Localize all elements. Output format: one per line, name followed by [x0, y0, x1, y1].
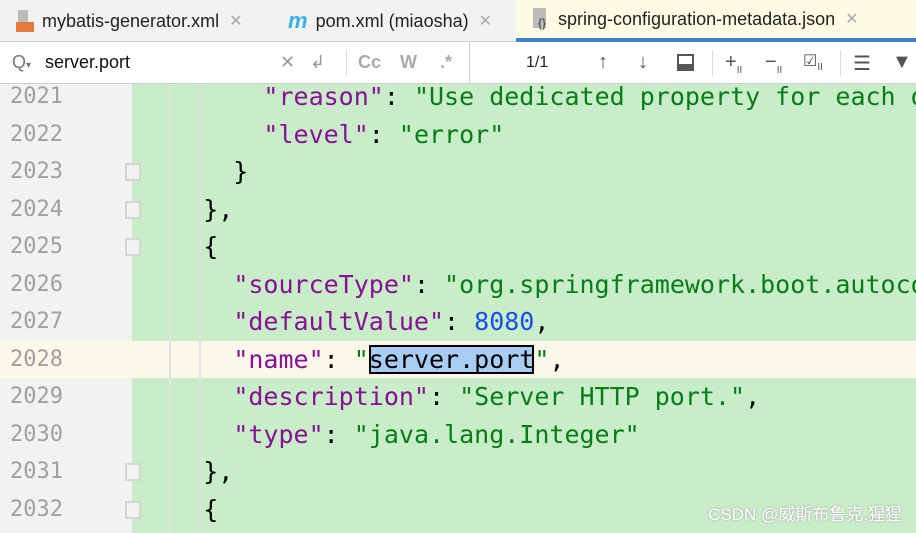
- clear-icon[interactable]: ✕: [280, 52, 295, 73]
- next-occurrence-icon[interactable]: ↓: [638, 51, 648, 74]
- code-text: "defaultValue": 8080,: [233, 307, 550, 336]
- line-number: 2025: [10, 234, 63, 259]
- close-icon[interactable]: ✕: [479, 11, 492, 31]
- select-all-icon[interactable]: ☑II: [803, 51, 823, 73]
- fold-marker-icon[interactable]: [125, 200, 141, 219]
- fold-marker-icon[interactable]: [125, 163, 141, 181]
- xml-file-icon: [14, 10, 34, 32]
- close-icon[interactable]: ✕: [229, 11, 242, 31]
- tab-spring-configuration-metadata[interactable]: {} spring-configuration-metadata.json ✕: [516, 0, 916, 42]
- watermark: CSDN @威斯布鲁克.猩猩: [708, 505, 902, 524]
- match-case-button[interactable]: Cc: [358, 52, 381, 73]
- code-text: {: [143, 494, 219, 524]
- code-line[interactable]: 2026 "sourceType": "org.springframework.…: [0, 266, 916, 304]
- filter-icon[interactable]: ▼: [892, 51, 912, 74]
- code-text: "level": "error": [263, 119, 505, 149]
- fold-marker-icon[interactable]: [125, 500, 141, 519]
- fold-marker-icon[interactable]: [125, 238, 141, 256]
- search-input[interactable]: server.port: [45, 52, 130, 73]
- indent-guide: [169, 84, 171, 533]
- maven-icon: m: [288, 8, 308, 33]
- line-number: 2022: [10, 121, 63, 147]
- tab-label: pom.xml (miaosha): [315, 10, 469, 31]
- filter-options-icon[interactable]: ☰: [853, 51, 871, 76]
- line-number: 2027: [10, 309, 63, 334]
- code-text: "name": "server.port",: [233, 344, 565, 374]
- code-text: "type": "java.lang.Integer": [233, 419, 640, 449]
- editor-tabs: mybatis-generator.xml ✕ m pom.xml (miaosh…: [0, 0, 916, 42]
- match-count: 1/1: [526, 54, 549, 71]
- tab-mybatis-generator[interactable]: mybatis-generator.xml ✕: [14, 0, 242, 42]
- code-text: },: [143, 194, 234, 224]
- previous-occurrence-icon[interactable]: ↑: [598, 51, 608, 74]
- newline-icon[interactable]: ↲: [310, 52, 325, 73]
- remove-occurrence-icon[interactable]: −II: [765, 51, 782, 76]
- code-line[interactable]: 2022 "level": "error": [0, 116, 916, 154]
- search-icon[interactable]: Q▾: [12, 52, 31, 73]
- fold-marker-icon[interactable]: [125, 463, 141, 481]
- line-number: 2028: [10, 346, 63, 372]
- tab-pom-xml[interactable]: m pom.xml (miaosha) ✕: [288, 0, 492, 42]
- code-line[interactable]: 2027 "defaultValue": 8080,: [0, 303, 916, 341]
- select-all-occurrences-icon[interactable]: [677, 54, 694, 71]
- line-number: 2031: [10, 459, 63, 484]
- code-editor[interactable]: 2021 "reason": "Use dedicated property f…: [0, 82, 916, 533]
- tab-label: spring-configuration-metadata.json: [558, 8, 836, 29]
- code-text: "reason": "Use dedicated property for ea…: [263, 82, 916, 111]
- code-text: }: [143, 157, 249, 186]
- close-icon[interactable]: ✕: [845, 9, 858, 29]
- code-line[interactable]: 2028 "name": "server.port",: [0, 340, 916, 378]
- line-number: 2021: [10, 84, 63, 109]
- code-line[interactable]: 2030 "type": "java.lang.Integer": [0, 416, 916, 454]
- line-number: 2029: [10, 384, 63, 409]
- code-line[interactable]: 2021 "reason": "Use dedicated property f…: [0, 78, 916, 116]
- line-number: 2023: [10, 159, 63, 184]
- code-text: {: [143, 232, 219, 261]
- line-number: 2026: [10, 271, 63, 297]
- line-number: 2032: [10, 496, 63, 522]
- code-text: },: [143, 457, 234, 486]
- json-file-icon: {}: [530, 8, 550, 30]
- regex-button[interactable]: .*: [440, 52, 452, 73]
- indent-guide: [199, 84, 201, 533]
- words-button[interactable]: W: [400, 52, 417, 73]
- code-text: "description": "Server HTTP port.",: [233, 382, 761, 411]
- code-line[interactable]: 2029 "description": "Server HTTP port.",: [0, 378, 916, 416]
- code-text: "sourceType": "org.springframework.boot.…: [233, 269, 916, 299]
- add-occurrence-icon[interactable]: +II: [725, 51, 742, 76]
- line-number: 2024: [10, 196, 63, 222]
- line-number: 2030: [10, 421, 63, 447]
- tab-label: mybatis-generator.xml: [42, 10, 220, 31]
